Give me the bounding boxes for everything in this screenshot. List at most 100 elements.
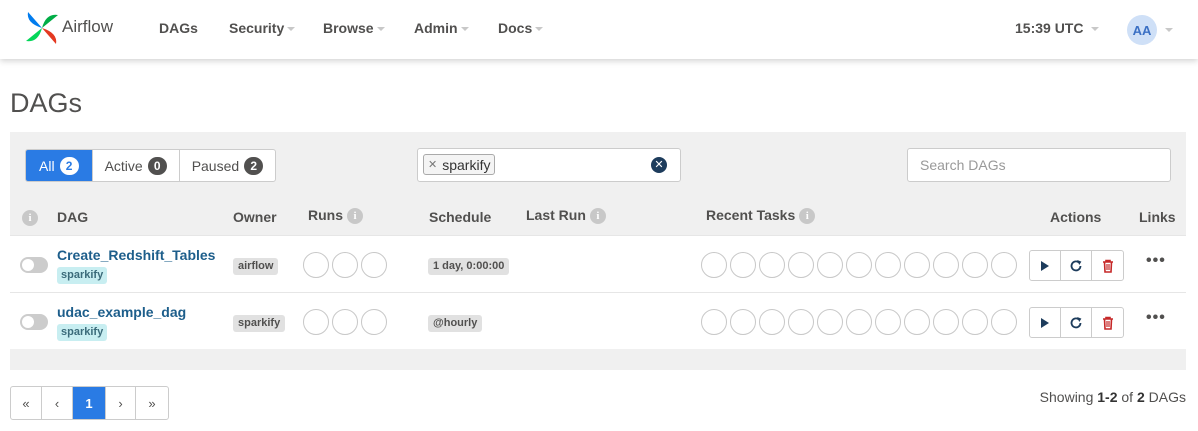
refresh-dag-button[interactable]	[1061, 308, 1092, 337]
task-status-circle[interactable]	[788, 309, 814, 335]
task-status-circle[interactable]	[904, 252, 930, 278]
trigger-dag-button[interactable]	[1030, 308, 1061, 337]
airflow-pinwheel-icon	[26, 12, 58, 44]
refresh-icon	[1070, 259, 1082, 271]
filter-all-button[interactable]: All 2	[26, 150, 93, 181]
brand-name: Airflow	[62, 17, 114, 36]
delete-dag-button[interactable]	[1092, 308, 1123, 337]
task-status-circle[interactable]	[991, 252, 1017, 278]
last-page-button[interactable]: »	[136, 387, 168, 419]
dag-tag[interactable]: sparkify	[57, 267, 108, 284]
dag-tag[interactable]: sparkify	[57, 324, 108, 341]
nav-security[interactable]: Security	[229, 20, 296, 36]
task-status-circle[interactable]	[933, 309, 959, 335]
trash-icon	[1102, 316, 1113, 330]
run-status-circle[interactable]	[332, 309, 358, 335]
trigger-dag-button[interactable]	[1030, 251, 1061, 280]
run-status-circle[interactable]	[361, 252, 387, 278]
dags-panel: All 2 Active 0 Paused 2 ✕ sparkify ✕ i D…	[10, 132, 1186, 370]
user-avatar[interactable]: AA	[1127, 15, 1157, 45]
brand-logo[interactable]: Airflow	[24, 8, 113, 48]
dag-link[interactable]: udac_example_dag	[57, 304, 186, 320]
task-status-circle[interactable]	[933, 252, 959, 278]
task-status-circle[interactable]	[817, 309, 843, 335]
task-status-circle[interactable]	[962, 252, 988, 278]
trash-icon	[1102, 259, 1113, 273]
ellipsis-icon[interactable]: •••	[1146, 252, 1166, 270]
info-icon: i	[799, 208, 816, 225]
refresh-icon	[1070, 316, 1082, 328]
count-badge: 2	[244, 156, 264, 175]
nav-dags[interactable]: DAGs	[159, 20, 198, 36]
info-icon: i	[347, 208, 363, 225]
showing-count: Showing 1-2 of 2 DAGs	[1039, 389, 1186, 405]
task-status-circle[interactable]	[875, 252, 901, 278]
schedule-label[interactable]: @hourly	[428, 315, 483, 332]
search-dags-input[interactable]	[907, 148, 1171, 182]
caret-down-icon	[376, 27, 385, 32]
task-status-circle[interactable]	[846, 309, 872, 335]
run-status-circle[interactable]	[332, 252, 358, 278]
nav-admin[interactable]: Admin	[414, 20, 469, 36]
refresh-dag-button[interactable]	[1061, 251, 1092, 280]
run-status-circle[interactable]	[361, 309, 387, 335]
task-status-circle[interactable]	[904, 309, 930, 335]
caret-down-icon	[460, 27, 469, 32]
column-header-last-run: Last Run i	[526, 207, 606, 225]
task-status-circle[interactable]	[730, 309, 756, 335]
pagination: « ‹ 1 › »	[10, 386, 169, 420]
task-status-circle[interactable]	[701, 309, 727, 335]
owner-label: sparkify	[233, 315, 286, 332]
filter-paused-button[interactable]: Paused 2	[180, 150, 275, 181]
column-header-schedule: Schedule	[429, 209, 492, 225]
column-header-runs: Runs i	[308, 207, 363, 225]
task-status-circle[interactable]	[962, 309, 988, 335]
task-status-circle[interactable]	[846, 252, 872, 278]
column-header-owner[interactable]: Owner	[233, 209, 277, 225]
clear-tags-icon[interactable]: ✕	[651, 157, 667, 173]
nav-browse[interactable]: Browse	[323, 20, 385, 36]
schedule-label[interactable]: 1 day, 0:00:00	[428, 258, 510, 275]
pause-toggle[interactable]	[20, 257, 48, 273]
current-page-button[interactable]: 1	[73, 387, 106, 419]
caret-down-icon	[535, 27, 544, 32]
column-header-recent-tasks: Recent Tasks i	[706, 207, 816, 225]
caret-down-icon	[1091, 27, 1100, 32]
status-filter: All 2 Active 0 Paused 2	[25, 149, 277, 182]
user-menu-caret-icon[interactable]	[1165, 28, 1173, 32]
info-icon: i	[22, 209, 38, 227]
task-status-circle[interactable]	[759, 309, 785, 335]
next-page-button[interactable]: ›	[106, 387, 136, 419]
selected-tag-chip: ✕ sparkify	[423, 154, 496, 175]
dag-link[interactable]: Create_Redshift_Tables	[57, 247, 215, 263]
page-title: DAGs	[10, 88, 83, 118]
column-header-dag[interactable]: DAG	[57, 209, 88, 225]
task-status-circle[interactable]	[788, 252, 814, 278]
owner-label: airflow	[233, 258, 279, 275]
tag-filter-select[interactable]: ✕ sparkify ✕	[417, 148, 681, 182]
play-icon	[1041, 317, 1049, 328]
clock-dropdown[interactable]: 15:39 UTC	[1015, 20, 1100, 36]
column-header-actions: Actions	[1050, 209, 1102, 225]
pause-toggle[interactable]	[20, 314, 48, 330]
delete-dag-button[interactable]	[1092, 251, 1123, 280]
task-status-circle[interactable]	[730, 252, 756, 278]
task-status-circle[interactable]	[759, 252, 785, 278]
ellipsis-icon[interactable]: •••	[1146, 309, 1166, 327]
nav-docs[interactable]: Docs	[498, 20, 544, 36]
first-page-button[interactable]: «	[11, 387, 42, 419]
filter-active-button[interactable]: Active 0	[93, 150, 180, 181]
task-status-circle[interactable]	[875, 309, 901, 335]
task-status-circle[interactable]	[817, 252, 843, 278]
table-row: udac_example_dag sparkify sparkify @hour…	[10, 292, 1186, 349]
info-icon: i	[589, 208, 606, 225]
prev-page-button[interactable]: ‹	[42, 387, 73, 419]
remove-tag-icon[interactable]: ✕	[428, 158, 437, 171]
table-row: Create_Redshift_Tables sparkify airflow …	[10, 235, 1186, 292]
run-status-circle[interactable]	[303, 309, 329, 335]
actions-group	[1029, 307, 1124, 338]
actions-group	[1029, 250, 1124, 281]
run-status-circle[interactable]	[303, 252, 329, 278]
task-status-circle[interactable]	[701, 252, 727, 278]
task-status-circle[interactable]	[991, 309, 1017, 335]
